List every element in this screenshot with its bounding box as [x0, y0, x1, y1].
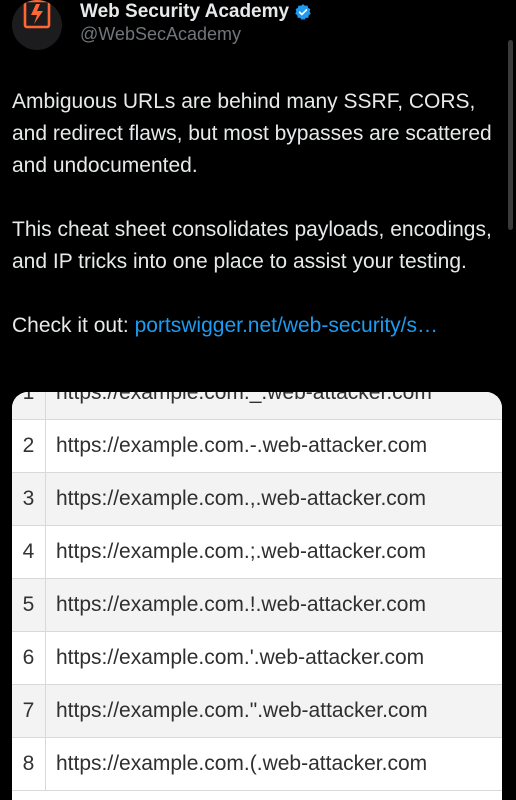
name-row: Web Security Academy — [80, 0, 312, 24]
table-row: 5 https://example.com.!.web-attacker.com — [12, 579, 502, 632]
table-row: 8 https://example.com.(.web-attacker.com — [12, 738, 502, 791]
payload-text: https://example.com.(.web-attacker.com — [56, 752, 428, 775]
lightning-bolt-logo-icon — [23, 0, 51, 29]
payload-text: https://example.com.,.web-attacker.com — [56, 487, 426, 510]
payload-text: https://example.com.".web-attacker.com — [56, 699, 428, 722]
tweet-link[interactable]: portswigger.net/web-security/s… — [135, 314, 438, 337]
payload-text: https://example.com._.web-attacker.com — [56, 392, 432, 404]
tweet-header: Web Security Academy @WebSecAcademy — [12, 0, 502, 50]
row-number: 1 — [12, 392, 46, 419]
tweet-cta: Check it out: portswigger.net/web-securi… — [12, 310, 502, 342]
table-row: 6 https://example.com.'.web-attacker.com — [12, 632, 502, 685]
handle[interactable]: @WebSecAcademy — [80, 24, 241, 45]
row-number: 3 — [12, 473, 46, 525]
table-row: 2 https://example.com.-.web-attacker.com — [12, 420, 502, 473]
payload-text: https://example.com.;.web-attacker.com — [56, 540, 426, 563]
tweet-paragraph: This cheat sheet consolidates payloads, … — [12, 218, 492, 273]
row-number: 4 — [12, 526, 46, 578]
avatar[interactable] — [12, 0, 62, 50]
cheat-sheet-image[interactable]: 1 https://example.com._.web-attacker.com… — [12, 392, 502, 800]
row-number: 6 — [12, 632, 46, 684]
payload-text: https://example.com.'.web-attacker.com — [56, 646, 425, 669]
table-row: 3 https://example.com.,.web-attacker.com — [12, 473, 502, 526]
row-number: 2 — [12, 420, 46, 472]
display-name[interactable]: Web Security Academy — [80, 1, 289, 23]
table-row: 4 https://example.com.;.web-attacker.com — [12, 526, 502, 579]
tweet-body: Ambiguous URLs are behind many SSRF, COR… — [12, 86, 502, 342]
cta-prefix: Check it out: — [12, 314, 135, 337]
scrollbar[interactable] — [508, 40, 513, 230]
row-number: 8 — [12, 738, 46, 790]
payload-text: https://example.com.!.web-attacker.com — [56, 593, 426, 616]
table-row: 7 https://example.com.".web-attacker.com — [12, 685, 502, 738]
row-number: 7 — [12, 685, 46, 737]
verified-badge-icon — [295, 4, 311, 20]
row-number: 5 — [12, 579, 46, 631]
tweet-paragraph: Ambiguous URLs are behind many SSRF, COR… — [12, 90, 492, 177]
payload-text: https://example.com.-.web-attacker.com — [56, 434, 428, 457]
table-row: 1 https://example.com._.web-attacker.com — [12, 392, 502, 420]
